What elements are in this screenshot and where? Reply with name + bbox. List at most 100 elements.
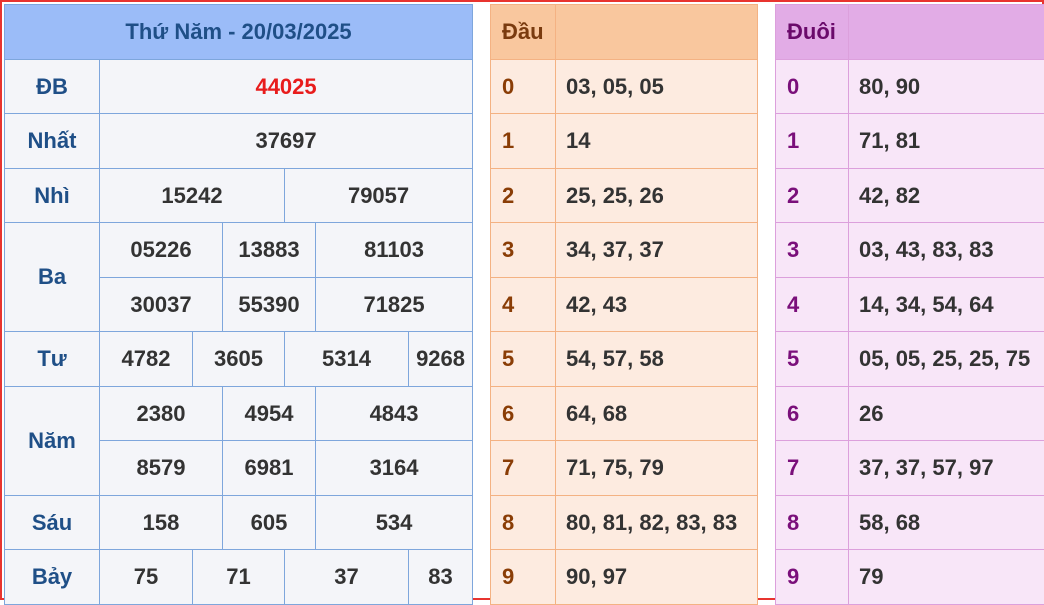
- duoi-digit: 0: [776, 60, 849, 114]
- duoi-digit: 6: [776, 387, 849, 441]
- table-row: Ba 05226 13883 81103: [5, 223, 473, 278]
- duoi-values: 26: [849, 387, 1044, 441]
- dau-digit: 1: [491, 114, 556, 169]
- table-row: Năm 2380 4954 4843: [5, 387, 473, 441]
- prize-label-tu: Tư: [5, 332, 100, 387]
- prize-number: 13883: [223, 223, 316, 278]
- table-row: 554, 57, 58: [491, 332, 758, 387]
- prize-number: 605: [223, 496, 316, 550]
- table-row: 334, 37, 37: [491, 223, 758, 278]
- duoi-values: 58, 68: [849, 496, 1044, 550]
- prize-label-db: ĐB: [5, 60, 100, 114]
- prize-number: 15242: [100, 169, 285, 223]
- prize-label-nam: Năm: [5, 387, 100, 496]
- duoi-digit: 3: [776, 223, 849, 278]
- duoi-values: 03, 43, 83, 83: [849, 223, 1044, 278]
- table-row: 225, 25, 26: [491, 169, 758, 223]
- prize-label-nhat: Nhất: [5, 114, 100, 169]
- table-row: 505, 05, 25, 25, 75: [776, 332, 1044, 387]
- prize-number: 83: [409, 550, 473, 605]
- dau-values: 14: [556, 114, 758, 169]
- results-table: Thứ Năm - 20/03/2025 ĐB 44025 Nhất 37697…: [4, 4, 473, 605]
- prize-number: 534: [316, 496, 473, 550]
- table-row: 003, 05, 05: [491, 60, 758, 114]
- dau-values: 34, 37, 37: [556, 223, 758, 278]
- draw-date-title: Thứ Năm - 20/03/2025: [5, 5, 473, 60]
- table-row: ĐB 44025: [5, 60, 473, 114]
- prize-number: 3164: [316, 441, 473, 496]
- dau-digit: 9: [491, 550, 556, 605]
- table-row: 242, 82: [776, 169, 1044, 223]
- duoi-digit: 1: [776, 114, 849, 169]
- dau-digit: 8: [491, 496, 556, 550]
- table-row: 880, 81, 82, 83, 83: [491, 496, 758, 550]
- prize-number: 9268: [409, 332, 473, 387]
- duoi-digit: 8: [776, 496, 849, 550]
- table-row: 858, 68: [776, 496, 1044, 550]
- duoi-header: Đuôi: [776, 5, 849, 60]
- table-row: Nhì 15242 79057: [5, 169, 473, 223]
- duoi-digit: 4: [776, 278, 849, 332]
- prize-number: 158: [100, 496, 223, 550]
- dau-values: 03, 05, 05: [556, 60, 758, 114]
- dau-table: Đầu 003, 05, 05114225, 25, 26334, 37, 37…: [490, 4, 758, 605]
- dau-values: 25, 25, 26: [556, 169, 758, 223]
- duoi-values: 42, 82: [849, 169, 1044, 223]
- table-row: 664, 68: [491, 387, 758, 441]
- duoi-header-blank: [849, 5, 1044, 60]
- dau-header-blank: [556, 5, 758, 60]
- prize-number: 79057: [285, 169, 473, 223]
- dau-digit: 6: [491, 387, 556, 441]
- prize-number: 6981: [223, 441, 316, 496]
- prize-number: 55390: [223, 278, 316, 332]
- dau-digit: 7: [491, 441, 556, 496]
- prize-label-nhi: Nhì: [5, 169, 100, 223]
- table-row: Nhất 37697: [5, 114, 473, 169]
- dau-values: 71, 75, 79: [556, 441, 758, 496]
- dau-values: 42, 43: [556, 278, 758, 332]
- duoi-values: 80, 90: [849, 60, 1044, 114]
- table-row: 626: [776, 387, 1044, 441]
- prize-number: 44025: [100, 60, 473, 114]
- dau-digit: 5: [491, 332, 556, 387]
- prize-number: 4954: [223, 387, 316, 441]
- prize-number: 4843: [316, 387, 473, 441]
- table-row: 080, 90: [776, 60, 1044, 114]
- duoi-values: 37, 37, 57, 97: [849, 441, 1044, 496]
- prize-label-ba: Ba: [5, 223, 100, 332]
- table-row: 303, 43, 83, 83: [776, 223, 1044, 278]
- duoi-values: 05, 05, 25, 25, 75: [849, 332, 1044, 387]
- prize-label-bay: Bảy: [5, 550, 100, 605]
- prize-number: 5314: [285, 332, 409, 387]
- prize-number: 2380: [100, 387, 223, 441]
- prize-number: 05226: [100, 223, 223, 278]
- duoi-digit: 9: [776, 550, 849, 605]
- prize-number: 37697: [100, 114, 473, 169]
- table-row: Tư 4782 3605 5314 9268: [5, 332, 473, 387]
- dau-values: 54, 57, 58: [556, 332, 758, 387]
- prize-number: 71: [193, 550, 285, 605]
- prize-number: 37: [285, 550, 409, 605]
- prize-number: 71825: [316, 278, 473, 332]
- table-row: 771, 75, 79: [491, 441, 758, 496]
- duoi-digit: 7: [776, 441, 849, 496]
- dau-header-row: Đầu: [491, 5, 758, 60]
- dau-digit: 2: [491, 169, 556, 223]
- prize-number: 4782: [100, 332, 193, 387]
- duoi-header-row: Đuôi: [776, 5, 1044, 60]
- dau-header: Đầu: [491, 5, 556, 60]
- prize-number: 30037: [100, 278, 223, 332]
- results-header-row: Thứ Năm - 20/03/2025: [5, 5, 473, 60]
- table-row: Sáu 158 605 534: [5, 496, 473, 550]
- duoi-values: 79: [849, 550, 1044, 605]
- duoi-values: 14, 34, 54, 64: [849, 278, 1044, 332]
- dau-digit: 0: [491, 60, 556, 114]
- prize-number: 3605: [193, 332, 285, 387]
- prize-number: 75: [100, 550, 193, 605]
- table-row: 737, 37, 57, 97: [776, 441, 1044, 496]
- prize-label-sau: Sáu: [5, 496, 100, 550]
- dau-digit: 4: [491, 278, 556, 332]
- result-panel: Thứ Năm - 20/03/2025 ĐB 44025 Nhất 37697…: [0, 0, 1044, 600]
- dau-values: 64, 68: [556, 387, 758, 441]
- table-row: 114: [491, 114, 758, 169]
